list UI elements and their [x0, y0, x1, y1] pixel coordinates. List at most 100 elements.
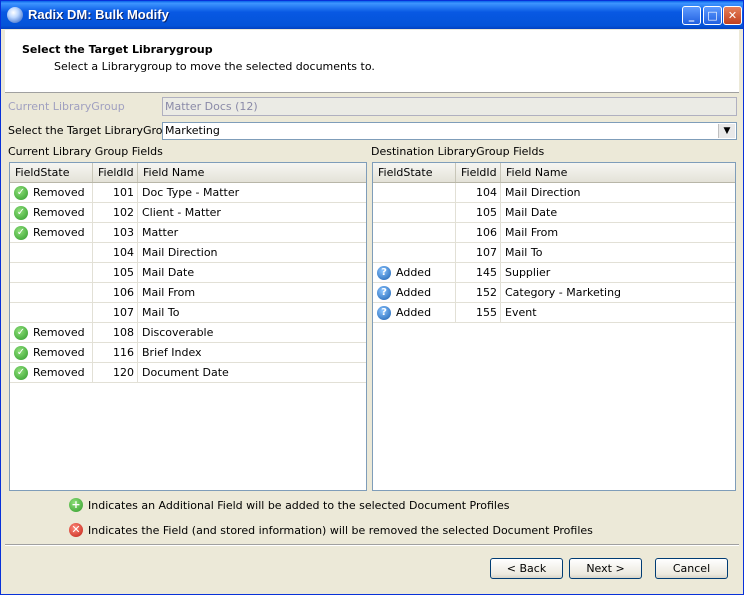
window-title: Radix DM: Bulk Modify [28, 7, 169, 22]
target-group-label: Select the Target LibraryGroup [8, 124, 177, 137]
close-button[interactable]: ✕ [723, 6, 742, 25]
table-row[interactable]: 105 Mail Date [10, 263, 366, 283]
minimize-button[interactable]: _ [682, 6, 701, 25]
fieldstate-cell [373, 183, 456, 202]
fieldid-cell: 106 [93, 283, 138, 302]
fieldstate-cell: ✓ Removed [10, 363, 93, 382]
fieldname-cell: Mail Direction [505, 186, 581, 199]
table-row[interactable]: ✓ Removed 103 Matter [10, 223, 366, 243]
fieldid-cell: 116 [93, 343, 138, 362]
table-row[interactable]: ✓ Removed 101 Doc Type - Matter [10, 183, 366, 203]
table-row[interactable]: ? Added 155 Event [373, 303, 735, 323]
fieldname-cell: Supplier [505, 266, 551, 279]
fieldid-cell: 104 [456, 183, 501, 202]
current-fields-grid[interactable]: FieldState FieldId Field Name ✓ Removed 10… [9, 162, 367, 491]
column-header-fieldid[interactable]: FieldId [93, 163, 138, 182]
bulk-modify-window: Radix DM: Bulk Modify _ □ ✕ Select the T… [0, 0, 744, 595]
fieldid-cell: 106 [456, 223, 501, 242]
fieldid-cell: 103 [93, 223, 138, 242]
fieldstate-cell [10, 243, 93, 262]
maximize-icon: □ [707, 9, 718, 22]
fieldstate-text: Removed [33, 346, 85, 359]
fieldid-cell: 104 [93, 243, 138, 262]
fieldstate-cell: ? Added [373, 263, 456, 282]
fieldstate-text: Removed [33, 366, 85, 379]
fieldstate-cell [10, 263, 93, 282]
fieldstate-cell: ✓ Removed [10, 343, 93, 362]
fieldname-cell: Mail To [505, 246, 543, 259]
left-grid-title: Current Library Group Fields [8, 145, 163, 158]
fieldid-cell: 105 [456, 203, 501, 222]
fieldid-cell: 101 [93, 183, 138, 202]
fieldstate-cell: ✓ Removed [10, 223, 93, 242]
table-row[interactable]: ✓ Removed 120 Document Date [10, 363, 366, 383]
footer-divider [5, 544, 739, 546]
fieldstate-cell: ✓ Removed [10, 323, 93, 342]
table-row[interactable]: ✓ Removed 102 Client - Matter [10, 203, 366, 223]
destination-fields-grid[interactable]: FieldState FieldId Field Name 104 Mail Di… [372, 162, 736, 491]
column-header-fieldid[interactable]: FieldId [456, 163, 501, 182]
fieldstate-cell [373, 203, 456, 222]
column-header-fieldname[interactable]: Field Name [501, 163, 735, 182]
column-header-fieldstate[interactable]: FieldState [10, 163, 93, 182]
column-header-fieldstate[interactable]: FieldState [373, 163, 456, 182]
fieldname-cell: Mail From [142, 286, 196, 299]
table-row[interactable]: 104 Mail Direction [373, 183, 735, 203]
fieldstate-text: Removed [33, 226, 85, 239]
fieldstate-text: Removed [33, 186, 85, 199]
title-bar[interactable]: Radix DM: Bulk Modify _ □ ✕ [1, 1, 743, 29]
fieldstate-cell [373, 223, 456, 242]
fieldstate-cell [10, 303, 93, 322]
fieldstate-cell: ? Added [373, 283, 456, 302]
fieldname-cell: Matter [142, 226, 179, 239]
fieldid-cell: 107 [93, 303, 138, 322]
fieldid-cell: 108 [93, 323, 138, 342]
table-row[interactable]: ✓ Removed 116 Brief Index [10, 343, 366, 363]
table-row[interactable]: ? Added 152 Category - Marketing [373, 283, 735, 303]
page-subtitle: Select a Librarygroup to move the select… [54, 60, 375, 73]
remove-icon: ✕ [69, 523, 83, 537]
fieldstate-text: Removed [33, 206, 85, 219]
fieldname-cell: Mail Date [505, 206, 558, 219]
question-icon: ? [377, 306, 391, 320]
fieldname-cell: Event [505, 306, 537, 319]
fieldid-cell: 152 [456, 283, 501, 302]
cancel-button[interactable]: Cancel [655, 558, 728, 579]
table-row[interactable]: 107 Mail To [10, 303, 366, 323]
maximize-button[interactable]: □ [703, 6, 722, 25]
fieldstate-text: Removed [33, 326, 85, 339]
fieldname-cell: Mail Date [142, 266, 195, 279]
fieldname-cell: Mail Direction [142, 246, 218, 259]
fieldname-cell: Discoverable [142, 326, 214, 339]
question-icon: ? [377, 286, 391, 300]
right-grid-title: Destination LibraryGroup Fields [371, 145, 545, 158]
fieldstate-cell: ? Added [373, 303, 456, 322]
target-group-dropdown[interactable]: Marketing ▼ [162, 122, 737, 140]
table-row[interactable]: 106 Mail From [10, 283, 366, 303]
question-icon: ? [377, 266, 391, 280]
legend-added-text: Indicates an Additional Field will be ad… [88, 499, 510, 512]
fieldstate-text: Added [396, 286, 432, 299]
fieldname-cell: Document Date [142, 366, 229, 379]
fieldstate-cell [10, 283, 93, 302]
back-button[interactable]: < Back [490, 558, 563, 579]
table-row[interactable]: 104 Mail Direction [10, 243, 366, 263]
table-row[interactable]: 106 Mail From [373, 223, 735, 243]
grid-header: FieldState FieldId Field Name [10, 163, 366, 183]
check-icon: ✓ [14, 346, 28, 360]
column-header-fieldname[interactable]: Field Name [138, 163, 366, 182]
fieldname-cell: Brief Index [142, 346, 202, 359]
table-row[interactable]: 107 Mail To [373, 243, 735, 263]
table-row[interactable]: ? Added 145 Supplier [373, 263, 735, 283]
fieldstate-cell: ✓ Removed [10, 183, 93, 202]
next-button[interactable]: Next > [569, 558, 642, 579]
app-icon [7, 7, 23, 23]
fieldname-cell: Doc Type - Matter [142, 186, 240, 199]
fieldstate-cell: ✓ Removed [10, 203, 93, 222]
chevron-down-icon[interactable]: ▼ [718, 124, 735, 138]
fieldid-cell: 155 [456, 303, 501, 322]
check-icon: ✓ [14, 206, 28, 220]
minimize-icon: _ [688, 9, 695, 22]
table-row[interactable]: ✓ Removed 108 Discoverable [10, 323, 366, 343]
table-row[interactable]: 105 Mail Date [373, 203, 735, 223]
